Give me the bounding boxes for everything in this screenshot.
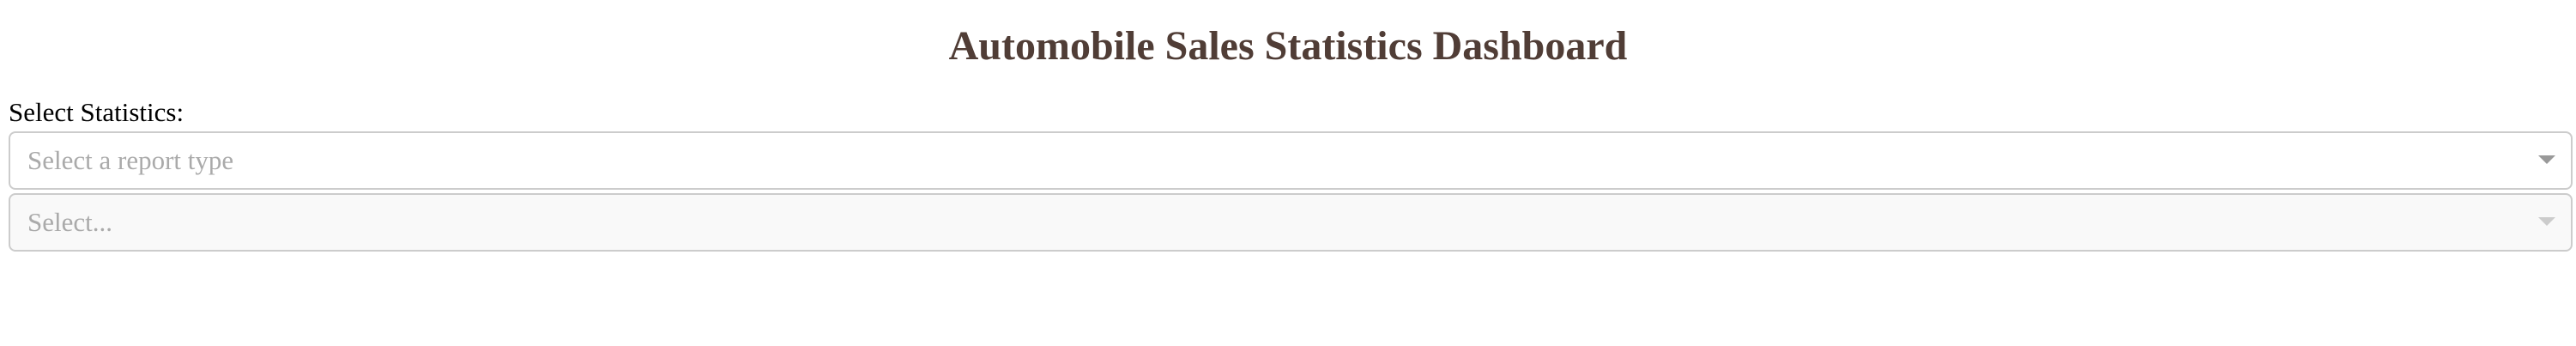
year-dropdown: Select... bbox=[9, 193, 2573, 252]
select-statistics-label: Select Statistics: bbox=[9, 97, 184, 127]
chevron-down-icon bbox=[2538, 217, 2555, 226]
dashboard-page: Automobile Sales Statistics Dashboard Se… bbox=[0, 0, 2576, 346]
chevron-down-icon[interactable] bbox=[2538, 155, 2555, 164]
report-type-dropdown[interactable]: Select a report type bbox=[9, 131, 2573, 190]
year-placeholder: Select... bbox=[27, 207, 112, 237]
report-type-placeholder: Select a report type bbox=[27, 145, 234, 175]
page-title: Automobile Sales Statistics Dashboard bbox=[948, 23, 1628, 69]
